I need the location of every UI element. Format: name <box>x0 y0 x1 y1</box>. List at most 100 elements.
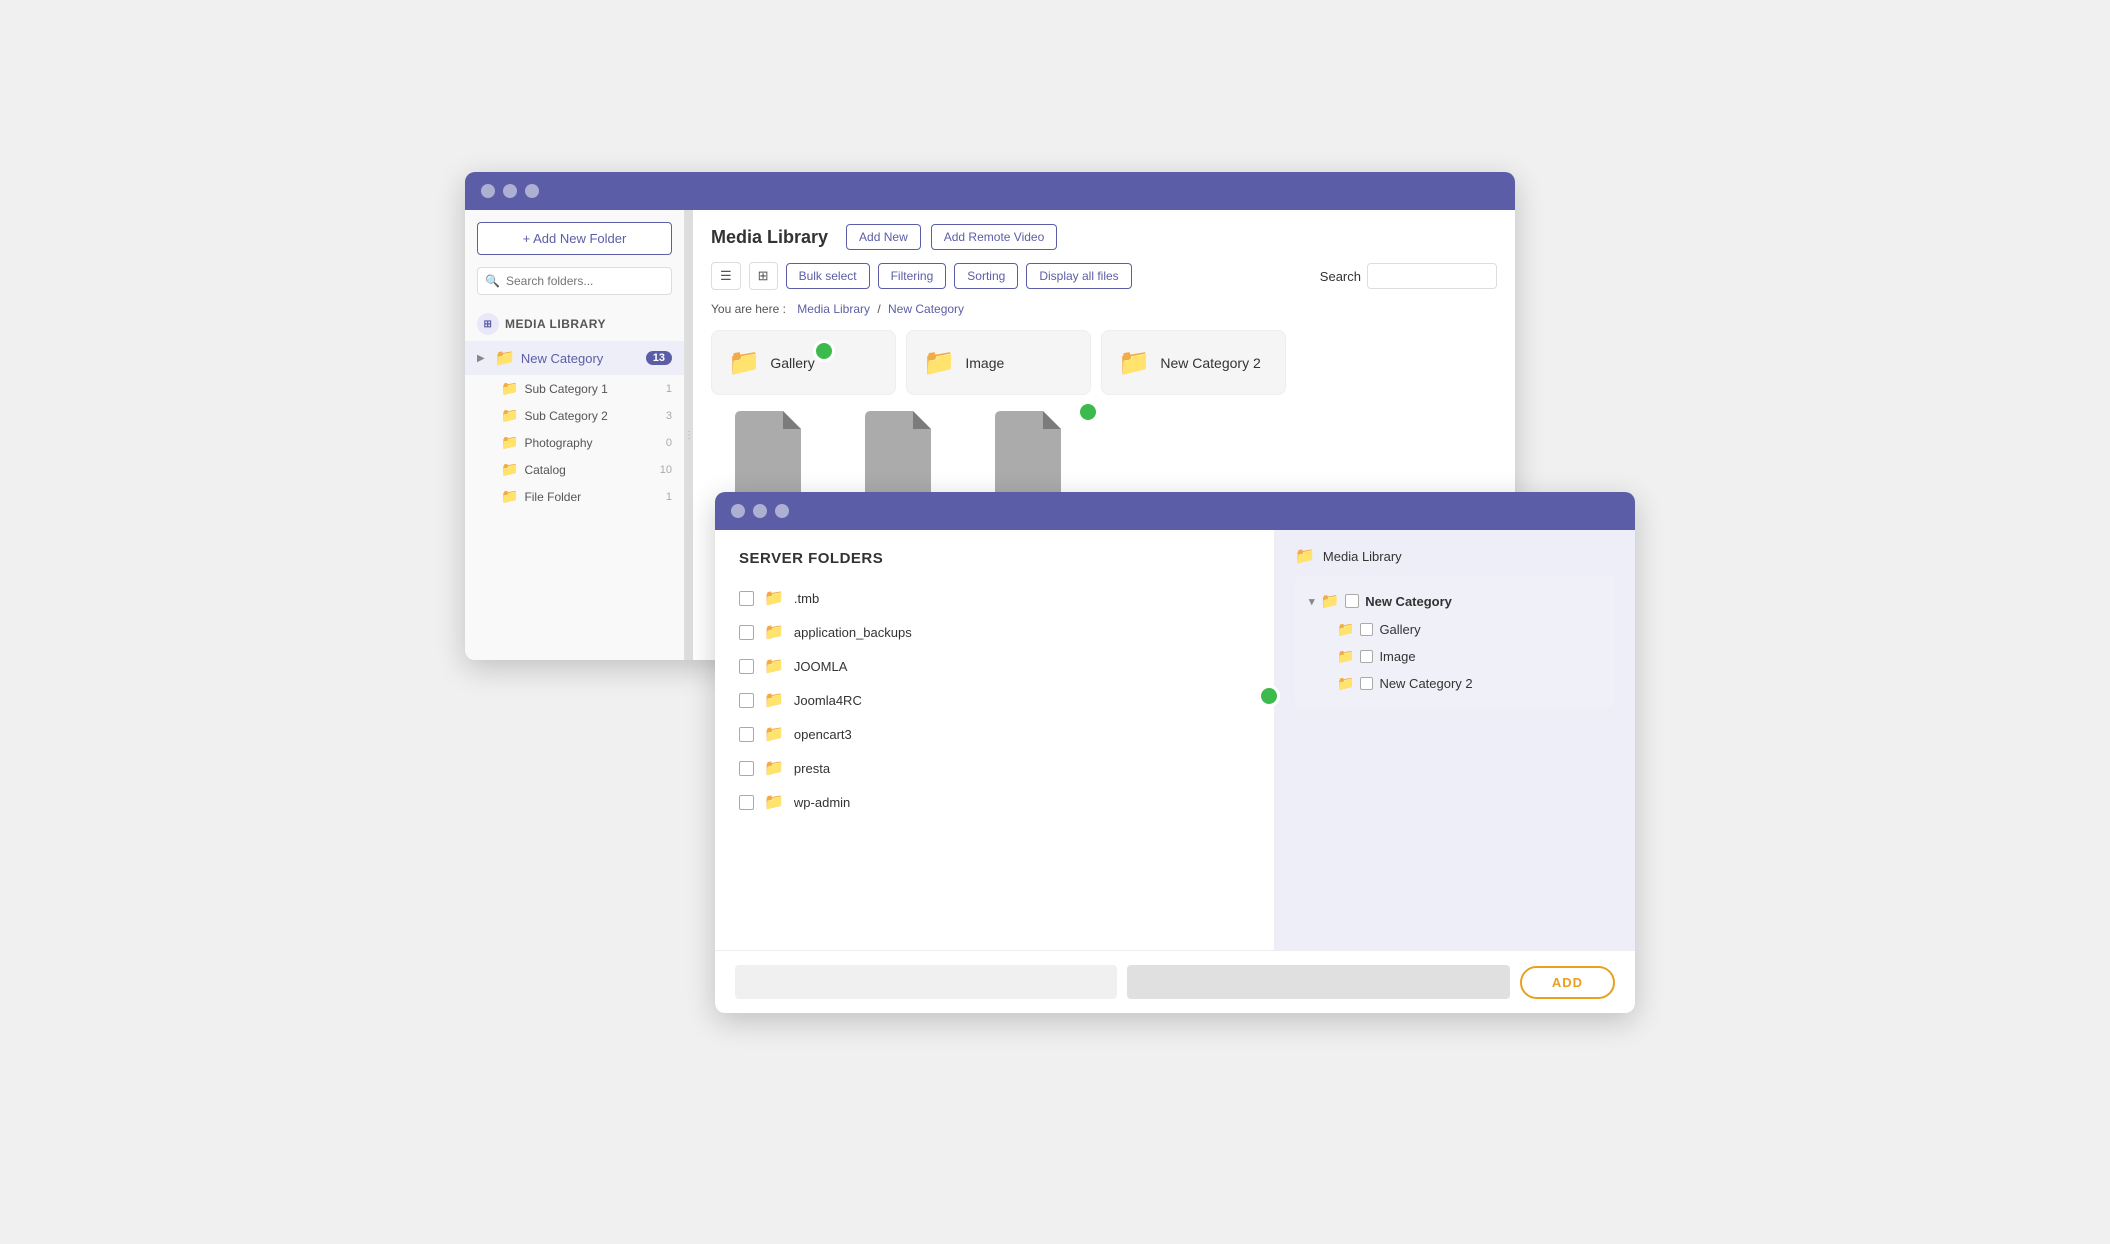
cat-child-gallery[interactable]: 📁 Gallery <box>1309 616 1601 643</box>
server-folder-icon: 📁 <box>764 690 784 710</box>
server-item-checkbox[interactable] <box>739 795 754 810</box>
cat-child-icon: 📁 <box>1337 648 1354 665</box>
breadcrumb: You are here : Media Library / New Categ… <box>711 302 1497 316</box>
cat-arrow: ▾ <box>1309 595 1315 608</box>
cat-child-icon: 📁 <box>1337 675 1354 692</box>
server-item-joomla[interactable]: 📁 JOOMLA <box>739 649 1250 683</box>
breadcrumb-root[interactable]: Media Library <box>797 302 870 316</box>
folder-card-icon: 📁 <box>728 347 760 378</box>
expand-arrow: ▶ <box>477 353 491 364</box>
display-all-button[interactable]: Display all files <box>1026 263 1131 289</box>
folder-card-new-category-2[interactable]: 📁 New Category 2 <box>1101 330 1286 395</box>
server-item-backups[interactable]: 📁 application_backups <box>739 615 1250 649</box>
dot-2 <box>503 184 517 198</box>
cat-node-label: New Category <box>1365 594 1452 609</box>
cat-child-checkbox[interactable] <box>1360 650 1373 663</box>
folders-grid: 📁 Gallery 📁 Image 📁 New Category 2 <box>711 330 1497 395</box>
dot-1 <box>481 184 495 198</box>
toolbar-search-wrap: Search <box>1320 263 1497 289</box>
breadcrumb-prefix: You are here : <box>711 302 786 316</box>
server-folder-icon: 📁 <box>764 656 784 676</box>
add-new-button[interactable]: Add New <box>846 224 921 250</box>
server-folder-icon: 📁 <box>764 622 784 642</box>
server-item-name: presta <box>794 761 830 776</box>
folder-card-name: New Category 2 <box>1160 355 1260 371</box>
cat-child-checkbox[interactable] <box>1360 623 1373 636</box>
tree-item-new-category[interactable]: ▶ 📁 New Category 13 <box>465 341 684 375</box>
server-item-checkbox[interactable] <box>739 625 754 640</box>
grid-view-button[interactable]: ⊞ <box>749 262 778 290</box>
cat-child-checkbox[interactable] <box>1360 677 1373 690</box>
server-item-checkbox[interactable] <box>739 727 754 742</box>
sub-item-count: 10 <box>660 464 672 476</box>
server-item-wpadmin[interactable]: 📁 wp-admin <box>739 785 1250 819</box>
green-indicator <box>1077 401 1099 423</box>
folder-card-icon: 📁 <box>1118 347 1150 378</box>
server-item-checkbox[interactable] <box>739 761 754 776</box>
window-2-titlebar <box>715 492 1635 530</box>
sub-item-count: 3 <box>666 410 672 422</box>
server-item-opencart[interactable]: 📁 opencart3 <box>739 717 1250 751</box>
file-icon-2 <box>991 411 1071 501</box>
sub-item-filefolder[interactable]: 📁 File Folder 1 <box>501 483 684 510</box>
server-item-joomla4rc[interactable]: 📁 Joomla4RC <box>739 683 1250 717</box>
add-new-folder-button[interactable]: + Add New Folder <box>477 222 672 255</box>
cat-node-checkbox[interactable] <box>1345 594 1359 608</box>
sub-item-photography[interactable]: 📁 Photography 0 <box>501 429 684 456</box>
server-item-checkbox[interactable] <box>739 659 754 674</box>
cat-node-new-category[interactable]: ▾ 📁 New Category <box>1309 586 1601 616</box>
dot-1 <box>731 504 745 518</box>
folder-icon: 📁 <box>495 348 515 368</box>
media-library-icon: ⊞ <box>477 313 499 335</box>
sorting-button[interactable]: Sorting <box>954 263 1018 289</box>
server-folder-icon: 📁 <box>764 758 784 778</box>
server-folder-icon: 📁 <box>764 792 784 812</box>
list-view-button[interactable]: ☰ <box>711 262 741 290</box>
breadcrumb-sep2: / <box>877 302 884 316</box>
breadcrumb-current[interactable]: New Category <box>888 302 964 316</box>
server-item-name: wp-admin <box>794 795 850 810</box>
cat-child-new-category-2[interactable]: 📁 New Category 2 <box>1309 670 1601 697</box>
cat-top: 📁 Media Library <box>1295 546 1615 566</box>
sub-item-0[interactable]: 📁 Sub Category 1 1 <box>501 375 684 402</box>
sub-folder-icon: 📁 <box>501 488 518 505</box>
sidebar-green-indicator <box>813 340 835 362</box>
dot-3 <box>525 184 539 198</box>
folder-card-image[interactable]: 📁 Image <box>906 330 1091 395</box>
server-item-tmb[interactable]: 📁 .tmb <box>739 581 1250 615</box>
add-button[interactable]: ADD <box>1520 966 1615 999</box>
server-item-name: Joomla4RC <box>794 693 862 708</box>
search-input[interactable] <box>477 267 672 295</box>
sub-item-name: Catalog <box>524 463 659 477</box>
sub-item-1[interactable]: 📁 Sub Category 2 3 <box>501 402 684 429</box>
file-icon-0 <box>731 411 811 501</box>
resize-handle[interactable]: ⋮ <box>685 210 693 660</box>
cat-folder-icon: 📁 <box>1321 592 1340 610</box>
search-label: Search <box>1320 269 1361 284</box>
cat-tree: ▾ 📁 New Category 📁 Gallery 📁 Image <box>1295 576 1615 707</box>
sub-item-name: Sub Category 2 <box>524 409 665 423</box>
server-item-name: JOOMLA <box>794 659 847 674</box>
add-remote-video-button[interactable]: Add Remote Video <box>931 224 1058 250</box>
folder-card-gallery[interactable]: 📁 Gallery <box>711 330 896 395</box>
filtering-button[interactable]: Filtering <box>878 263 947 289</box>
sub-item-catalog[interactable]: 📁 Catalog 10 <box>501 456 684 483</box>
sub-items-container: 📁 Sub Category 1 1 📁 Sub Category 2 3 📁 … <box>465 375 684 510</box>
server-item-checkbox[interactable] <box>739 693 754 708</box>
footer-input-2[interactable] <box>1127 965 1509 999</box>
toolbar-search-input[interactable] <box>1367 263 1497 289</box>
footer-input-1[interactable] <box>735 965 1117 999</box>
server-folders-window: SERVER FOLDERS 📁 .tmb 📁 application_back… <box>715 492 1635 1013</box>
server-item-checkbox[interactable] <box>739 591 754 606</box>
cat-child-image[interactable]: 📁 Image <box>1309 643 1601 670</box>
folder-card-icon: 📁 <box>923 347 955 378</box>
cat-child-label: New Category 2 <box>1379 676 1472 691</box>
bulk-select-button[interactable]: Bulk select <box>786 263 870 289</box>
dot-2 <box>753 504 767 518</box>
server-folder-icon: 📁 <box>764 724 784 744</box>
folder-card-name: Image <box>965 355 1004 371</box>
server-item-name: application_backups <box>794 625 912 640</box>
sub-folder-icon: 📁 <box>501 434 518 451</box>
sub-item-count: 0 <box>666 437 672 449</box>
server-item-presta[interactable]: 📁 presta <box>739 751 1250 785</box>
